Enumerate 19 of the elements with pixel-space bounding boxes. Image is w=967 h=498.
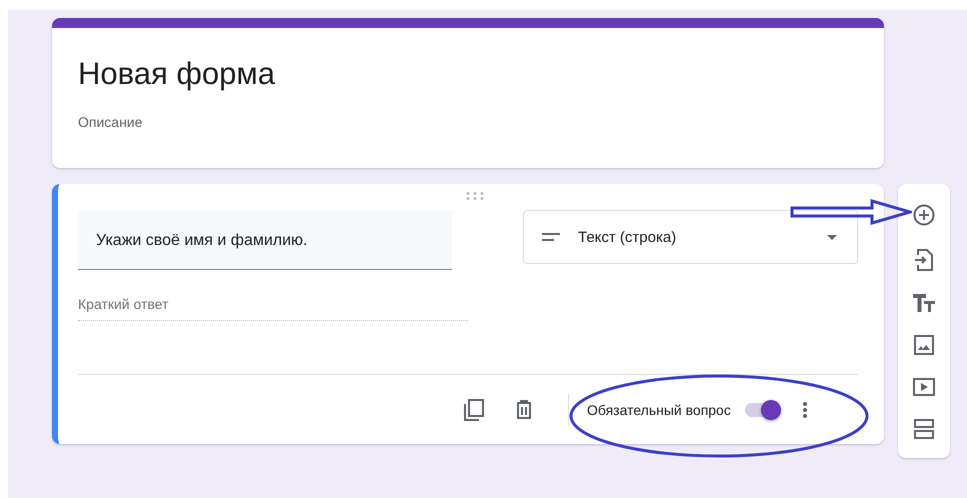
section-icon[interactable] <box>914 418 934 438</box>
required-label: Обязательный вопрос <box>587 402 731 418</box>
video-icon[interactable] <box>913 378 935 396</box>
question-type-dropdown[interactable]: Текст (строка) <box>523 210 858 264</box>
drag-handle-icon[interactable] <box>466 192 484 200</box>
form-title[interactable]: Новая форма <box>78 56 858 92</box>
required-toggle[interactable] <box>744 400 781 420</box>
short-answer-field: Краткий ответ <box>78 296 468 321</box>
image-icon[interactable] <box>914 334 934 354</box>
trash-icon[interactable] <box>516 400 532 419</box>
question-title-field[interactable]: Укажи своё имя и фамилию. <box>78 210 452 270</box>
more-options-icon[interactable] <box>802 402 807 418</box>
form-description[interactable]: Описание <box>78 114 858 130</box>
import-file-icon[interactable] <box>915 248 933 270</box>
add-circle-icon[interactable] <box>913 204 935 226</box>
caret-icon <box>827 234 837 240</box>
short-text-icon <box>542 233 560 241</box>
title-text-icon[interactable] <box>913 294 935 312</box>
copy-icon[interactable] <box>464 398 484 420</box>
